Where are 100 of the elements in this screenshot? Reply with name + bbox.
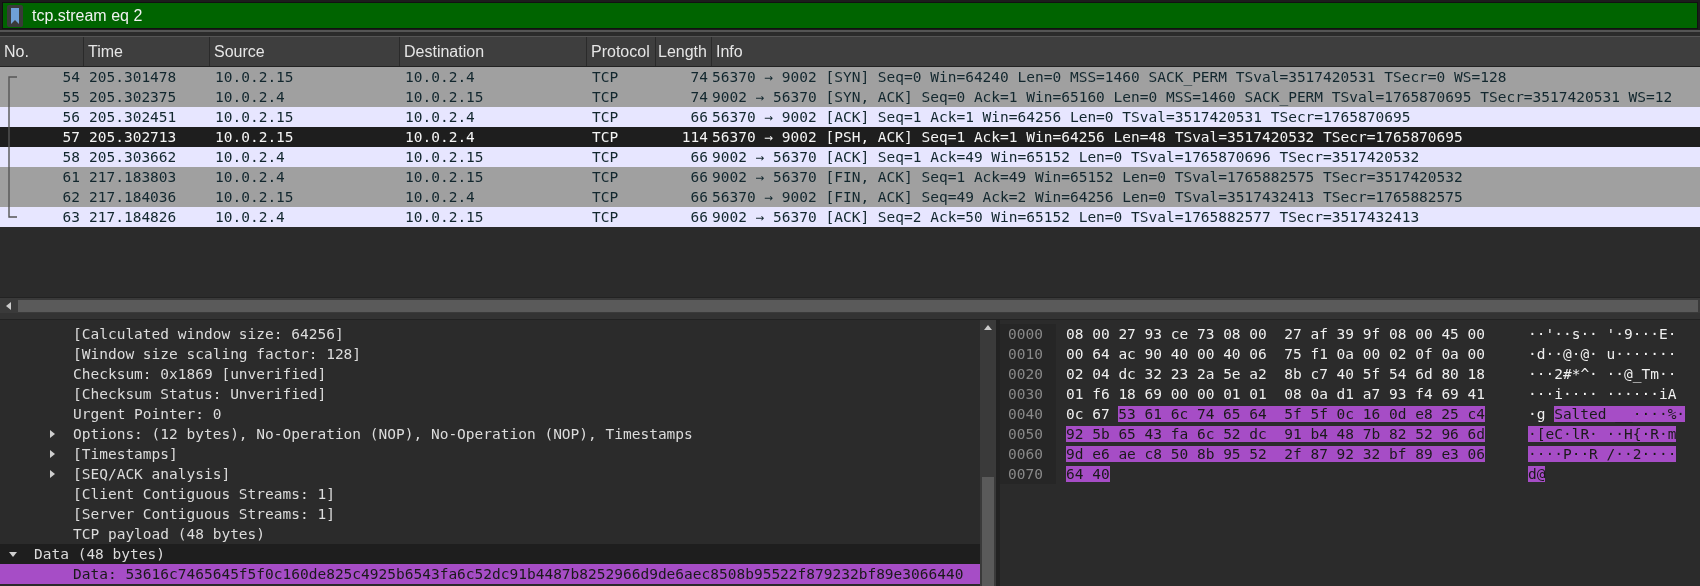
length-cell-text: 66 bbox=[689, 168, 709, 187]
destination-cell-text: 10.0.2.15 bbox=[404, 148, 485, 167]
byte-offset: 0070 bbox=[1000, 464, 1056, 484]
detail-item[interactable]: [Calculated window size: 64256] bbox=[0, 324, 980, 344]
ascii-text[interactable]: ···2#*^· ··@_Tm·· bbox=[1528, 366, 1677, 382]
detail-item[interactable]: Checksum: 0x1869 [unverified] bbox=[0, 364, 980, 384]
detail-item[interactable]: [Timestamps] bbox=[0, 444, 980, 464]
info-cell-text: 9002 → 56370 [SYN, ACK] Seq=0 Ack=1 Win=65160 Len=0 MSS=1460 SACK_PERM TSval=1765870695 TSecr=3517420531 WS=12 bbox=[712, 88, 1674, 107]
hex-bytes[interactable]: 02 04 dc 32 23 2a 5e a2 8b c7 40 5f 54 6d 80 18 bbox=[1066, 366, 1486, 382]
length-cell-text: 66 bbox=[689, 108, 709, 127]
detail-item[interactable]: Urgent Pointer: 0 bbox=[0, 404, 980, 424]
length-cell-text: 74 bbox=[689, 88, 709, 107]
ascii-text[interactable]: ···i···· ······iA bbox=[1528, 386, 1677, 402]
scroll-up-icon[interactable] bbox=[983, 324, 993, 332]
ascii-text[interactable]: ·d··@·@· u······· bbox=[1528, 346, 1677, 362]
ascii-text[interactable]: ·g bbox=[1528, 406, 1546, 422]
highlighted-hex-bytes[interactable]: 9d e6 ae c8 50 8b 95 52 2f 87 92 32 bf 89 e3 06 bbox=[1066, 446, 1486, 462]
source-cell-text: 10.0.2.4 bbox=[214, 168, 286, 187]
number-cell-text: 56 bbox=[61, 108, 81, 127]
collapse-arrow-icon[interactable] bbox=[8, 549, 18, 559]
destination-cell-text: 10.0.2.4 bbox=[404, 188, 476, 207]
detail-item[interactable]: Data (48 bytes) bbox=[0, 544, 980, 564]
source-cell-text: 10.0.2.15 bbox=[214, 128, 295, 147]
highlighted-hex-bytes[interactable]: 92 5b 65 43 fa 6c 52 dc 91 b4 48 7b 82 52 96 6d bbox=[1066, 426, 1486, 442]
highlighted-hex-bytes[interactable]: 64 40 bbox=[1066, 466, 1110, 482]
expand-arrow-icon[interactable] bbox=[47, 429, 57, 439]
scroll-left-icon[interactable] bbox=[5, 300, 13, 311]
time-cell-text: 205.302451 bbox=[88, 108, 178, 127]
expand-arrow-icon[interactable] bbox=[47, 469, 57, 479]
byte-offset: 0040 bbox=[1000, 404, 1056, 424]
detail-item[interactable]: Options: (12 bytes), No-Operation (NOP), No-Operation (NOP), Timestamps bbox=[0, 424, 980, 444]
length-cell-text: 66 bbox=[689, 208, 709, 227]
number-cell-text: 62 bbox=[61, 188, 81, 207]
hex-bytes[interactable]: 08 00 27 93 ce 73 08 00 27 af 39 9f 08 00 45 00 bbox=[1066, 326, 1486, 342]
info-cell-text: 56370 → 9002 [PSH, ACK] Seq=1 Ack=1 Win=64256 Len=48 TSval=3517420532 TSecr=1765870695 bbox=[712, 128, 1464, 147]
column-header[interactable]: Destination bbox=[400, 37, 587, 66]
byte-offset: 0020 bbox=[1000, 364, 1056, 384]
detail-item[interactable]: [Window size scaling factor: 128] bbox=[0, 344, 980, 364]
detail-item[interactable]: [Server Contiguous Streams: 1] bbox=[0, 504, 980, 524]
info-cell-text: 56370 → 9002 [ACK] Seq=1 Ack=1 Win=64256 Len=0 TSval=3517420531 TSecr=1765870695 bbox=[712, 108, 1412, 127]
byte-offset: 0050 bbox=[1000, 424, 1056, 444]
column-header[interactable]: Source bbox=[210, 37, 400, 66]
hex-bytes[interactable]: 0c 67 bbox=[1066, 406, 1110, 422]
detail-item[interactable]: TCP payload (48 bytes) bbox=[0, 524, 980, 544]
vertical-scrollbar[interactable] bbox=[980, 320, 996, 586]
packet-row[interactable]: 61 217.183803 10.0.2.4 10.0.2.15 TCP 66 9002 → 56370 [FIN, ACK] Seq=1 Ack=49 Win=65152 Len=0 TSval=1765882575 TSecr=3517420532 bbox=[0, 167, 1700, 187]
destination-cell-text: 10.0.2.15 bbox=[404, 88, 485, 107]
info-cell-text: 9002 → 56370 [FIN, ACK] Seq=1 Ack=49 Win=65152 Len=0 TSval=1765882575 TSecr=3517420532 bbox=[712, 168, 1464, 187]
horizontal-scrollbar[interactable] bbox=[0, 297, 1700, 313]
column-header[interactable]: Length bbox=[656, 37, 712, 66]
time-cell-text: 205.302375 bbox=[88, 88, 178, 107]
packet-row[interactable]: 55 205.302375 10.0.2.4 10.0.2.15 TCP 74 9002 → 56370 [SYN, ACK] Seq=0 Ack=1 Win=65160 Len=0 MSS=1460 SACK_PERM TSval=1765870695 TSecr=3517420531 WS=12 bbox=[0, 87, 1700, 107]
protocol-cell-text: TCP bbox=[591, 88, 620, 107]
column-header[interactable]: No. bbox=[0, 37, 84, 66]
time-cell-text: 217.183803 bbox=[88, 168, 178, 187]
number-cell-text: 58 bbox=[61, 148, 81, 167]
destination-cell-text: 10.0.2.4 bbox=[404, 108, 476, 127]
column-header[interactable]: Time bbox=[84, 37, 210, 66]
expand-arrow-icon[interactable] bbox=[47, 449, 57, 459]
ascii-text[interactable]: ··'··s·· '·9···E· bbox=[1528, 326, 1677, 342]
packet-row[interactable]: 57 205.302713 10.0.2.15 10.0.2.4 TCP 114 56370 → 9002 [PSH, ACK] Seq=1 Ack=1 Win=64256 Len=48 TSval=3517420532 TSecr=1765870695 bbox=[0, 127, 1700, 147]
protocol-cell-text: TCP bbox=[591, 128, 620, 147]
number-cell-text: 61 bbox=[61, 168, 81, 187]
byte-offset: 0000 bbox=[1000, 324, 1056, 344]
highlighted-ascii-text[interactable]: ·[eC·lR· ··H{·R·m bbox=[1528, 426, 1677, 442]
highlighted-ascii-text[interactable]: Salted __····%· bbox=[1554, 406, 1686, 422]
column-header[interactable]: Info bbox=[712, 37, 1700, 66]
source-cell-text: 10.0.2.15 bbox=[214, 68, 295, 87]
detail-item[interactable]: [SEQ/ACK analysis] bbox=[0, 464, 980, 484]
byte-offset: 0060 bbox=[1000, 444, 1056, 464]
highlighted-ascii-text[interactable]: ····P··R /··2···· bbox=[1528, 446, 1677, 462]
highlighted-ascii-text[interactable]: d@ bbox=[1528, 466, 1546, 482]
time-cell-text: 217.184826 bbox=[88, 208, 178, 227]
time-cell-text: 217.184036 bbox=[88, 188, 178, 207]
packet-row[interactable]: 58 205.303662 10.0.2.4 10.0.2.15 TCP 66 9002 → 56370 [ACK] Seq=1 Ack=49 Win=65152 Len=0 TSval=1765870696 TSecr=3517420532 bbox=[0, 147, 1700, 167]
time-cell-text: 205.303662 bbox=[88, 148, 178, 167]
protocol-cell-text: TCP bbox=[591, 208, 620, 227]
destination-cell-text: 10.0.2.4 bbox=[404, 128, 476, 147]
hex-bytes[interactable]: 01 f6 18 69 00 00 01 01 08 0a d1 a7 93 f4 69 41 bbox=[1066, 386, 1486, 402]
length-cell-text: 74 bbox=[689, 68, 709, 87]
display-filter-field[interactable]: tcp.stream eq 2 bbox=[2, 2, 1698, 29]
number-cell-text: 55 bbox=[61, 88, 81, 107]
packet-row[interactable]: 56 205.302451 10.0.2.15 10.0.2.4 TCP 66 56370 → 9002 [ACK] Seq=1 Ack=1 Win=64256 Len=0 TSval=3517420531 TSecr=1765870695 bbox=[0, 107, 1700, 127]
destination-cell-text: 10.0.2.15 bbox=[404, 168, 485, 187]
info-cell-text: 56370 → 9002 [SYN] Seq=0 Win=64240 Len=0 MSS=1460 SACK_PERM TSval=3517420531 TSecr=0 WS=128 bbox=[712, 68, 1508, 87]
detail-item[interactable]: [Checksum Status: Unverified] bbox=[0, 384, 980, 404]
detail-item[interactable]: [Client Contiguous Streams: 1] bbox=[0, 484, 980, 504]
packet-row[interactable]: 63 217.184826 10.0.2.4 10.0.2.15 TCP 66 9002 → 56370 [ACK] Seq=2 Ack=50 Win=65152 Len=0 TSval=1765882577 TSecr=3517432413 bbox=[0, 207, 1700, 227]
highlighted-hex-bytes[interactable]: 53 61 6c 74 65 64 5f 5f 0c 16 0d e8 25 c4 bbox=[1118, 406, 1485, 422]
detail-item[interactable]: Data: 53616c7465645f5f0c160de825c4925b6543fa6c52dc91b4487b8252966d9de6aec8508b95522f879232bf89e3066440 bbox=[0, 564, 980, 584]
packet-row[interactable]: 54 205.301478 10.0.2.15 10.0.2.4 TCP 74 56370 → 9002 [SYN] Seq=0 Win=64240 Len=0 MSS=1460 SACK_PERM TSval=3517420531 TSecr=0 WS=128 bbox=[0, 67, 1700, 87]
bookmark-icon[interactable] bbox=[7, 4, 23, 27]
hex-bytes[interactable]: 00 64 ac 90 40 00 40 06 75 f1 0a 00 02 0f 0a 00 bbox=[1066, 346, 1486, 362]
protocol-cell-text: TCP bbox=[591, 108, 620, 127]
column-header[interactable]: Protocol bbox=[587, 37, 656, 66]
packet-row[interactable]: 62 217.184036 10.0.2.15 10.0.2.4 TCP 66 56370 → 9002 [FIN, ACK] Seq=49 Ack=2 Win=64256 Len=0 TSval=3517432413 TSecr=1765882575 bbox=[0, 187, 1700, 207]
protocol-cell-text: TCP bbox=[591, 148, 620, 167]
conversation-bracket-icon bbox=[8, 76, 17, 218]
length-cell-text: 114 bbox=[680, 128, 709, 147]
byte-offset: 0030 bbox=[1000, 384, 1056, 404]
